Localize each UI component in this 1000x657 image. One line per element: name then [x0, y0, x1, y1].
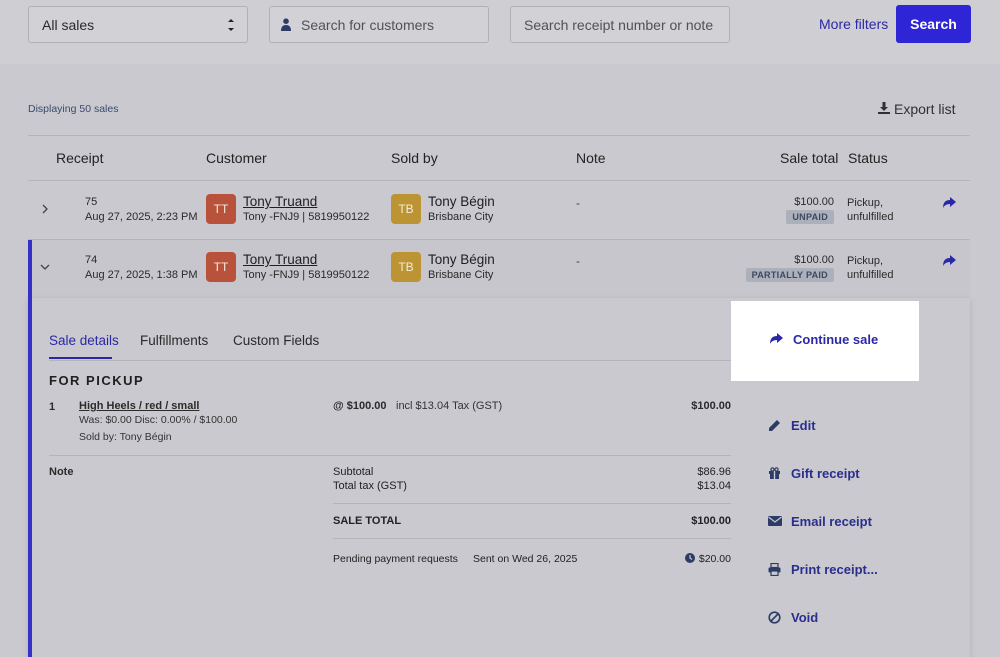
sale-note: - — [576, 196, 580, 210]
expanded-row-indicator — [28, 240, 32, 657]
header-customer: Customer — [206, 150, 267, 166]
active-tab-indicator — [49, 357, 112, 359]
header-note: Note — [576, 150, 606, 166]
more-filters-link[interactable]: More filters — [819, 16, 888, 32]
customer-search-placeholder: Search for customers — [301, 17, 435, 33]
line-item-discount: Was: $0.00 Disc: 0.00% / $100.00 — [79, 414, 238, 426]
customer-details: Tony -FNJ9 | 5819950122 — [243, 211, 370, 223]
continue-sale-icon[interactable] — [942, 255, 956, 267]
payment-status-badge: PARTIALLY PAID — [745, 268, 834, 282]
receipt-search-input[interactable]: Search receipt number or note — [510, 6, 730, 43]
seller-name: Tony Bégin — [428, 252, 495, 267]
sale-status-line: Pickup, — [847, 255, 884, 267]
tax-value: $13.04 — [697, 480, 731, 492]
line-item-total: $100.00 — [691, 400, 731, 412]
seller-avatar: TB — [391, 194, 421, 224]
line-item-name-link[interactable]: High Heels / red / small — [79, 400, 199, 412]
customer-avatar: TT — [206, 194, 236, 224]
sale-status: Pickup, unfulfilled — [847, 254, 893, 282]
seller-avatar: TB — [391, 252, 421, 282]
receipt-date: Aug 27, 2025, 1:38 PM — [85, 269, 198, 281]
tax-label: Total tax (GST) — [333, 480, 407, 492]
seller-outlet: Brisbane City — [428, 269, 494, 281]
receipt-date: Aug 27, 2025, 2:23 PM — [85, 211, 198, 223]
sale-total-value: $100.00 — [691, 515, 731, 527]
void-icon — [768, 611, 781, 624]
note-label: Note — [49, 466, 74, 478]
sale-total-amount: $100.00 — [794, 254, 834, 266]
customer-name-link[interactable]: Tony Truand — [243, 252, 317, 267]
receipt-number: 75 — [85, 196, 98, 208]
sale-total-label: SALE TOTAL — [333, 515, 402, 527]
line-item-quantity: 1 — [49, 401, 56, 413]
pending-payment-amount: $20.00 — [698, 553, 731, 565]
export-list-label: Export list — [894, 101, 956, 117]
pending-payment-label: Pending payment requests — [333, 553, 458, 565]
search-button[interactable]: Search — [896, 5, 971, 43]
print-receipt-label: Print receipt... — [791, 562, 878, 577]
seller-outlet: Brisbane City — [428, 211, 494, 223]
header-sale-total: Sale total — [780, 150, 839, 166]
sales-filter-select[interactable]: All sales — [28, 6, 248, 43]
receipt-number: 74 — [85, 254, 98, 266]
customer-name-link[interactable]: Tony Truand — [243, 194, 317, 209]
header-status: Status — [848, 150, 888, 166]
download-icon — [878, 102, 890, 114]
edit-label: Edit — [791, 418, 816, 433]
select-arrows-icon — [228, 19, 234, 31]
customer-avatar: TT — [206, 252, 236, 282]
line-item-tax: incl $13.04 Tax (GST) — [396, 400, 503, 412]
seller-name: Tony Bégin — [428, 194, 495, 209]
user-icon — [281, 18, 291, 31]
customer-details: Tony -FNJ9 | 5819950122 — [243, 269, 370, 281]
sale-note: - — [576, 254, 580, 268]
divider — [28, 135, 970, 136]
tab-fulfillments[interactable]: Fulfillments — [140, 333, 208, 348]
subtotal-value: $86.96 — [697, 466, 731, 478]
tab-sale-details[interactable]: Sale details — [49, 333, 119, 348]
tab-custom-fields[interactable]: Custom Fields — [233, 333, 319, 348]
email-receipt-label: Email receipt — [791, 514, 872, 529]
table-row[interactable]: 74 Aug 27, 2025, 1:38 PM TT Tony Truand … — [28, 240, 970, 298]
line-item-unit-price: @ $100.00 — [333, 400, 387, 412]
customer-search-input[interactable]: Search for customers — [269, 6, 489, 43]
clock-icon — [685, 553, 695, 563]
chevron-right-icon[interactable] — [40, 204, 50, 214]
forward-arrow-icon — [770, 333, 783, 344]
continue-sale-button[interactable]: Continue sale — [731, 301, 919, 381]
chevron-down-icon[interactable] — [40, 262, 50, 272]
divider — [49, 360, 731, 361]
header-sold-by: Sold by — [391, 150, 438, 166]
void-label: Void — [791, 610, 819, 625]
envelope-icon — [768, 516, 782, 526]
subtotal-label: Subtotal — [333, 466, 374, 478]
sales-filter-value: All sales — [42, 17, 95, 33]
gift-icon — [769, 467, 780, 479]
displaying-count: Displaying 50 sales — [28, 103, 119, 115]
continue-sale-icon[interactable] — [942, 197, 956, 209]
sale-status-line: unfulfilled — [847, 211, 894, 223]
section-title: FOR PICKUP — [49, 373, 145, 388]
pending-payment-sent: Sent on Wed 26, 2025 — [473, 553, 578, 565]
table-row[interactable]: 75 Aug 27, 2025, 2:23 PM TT Tony Truand … — [28, 182, 970, 240]
pencil-icon — [769, 420, 780, 431]
gift-receipt-label: Gift receipt — [791, 466, 860, 481]
header-receipt: Receipt — [56, 150, 104, 166]
receipt-search-placeholder: Search receipt number or note — [524, 17, 714, 33]
sale-status-line: unfulfilled — [847, 269, 894, 281]
divider — [333, 503, 731, 504]
sale-status: Pickup, unfulfilled — [847, 196, 893, 224]
divider — [333, 538, 731, 539]
printer-icon — [768, 563, 781, 576]
filter-bar: All sales Search for customers Search re… — [0, 0, 1000, 64]
divider — [28, 180, 970, 181]
line-item-sold-by: Sold by: Tony Bégin — [79, 431, 172, 443]
sale-total-amount: $100.00 — [794, 196, 834, 208]
payment-status-badge: UNPAID — [786, 210, 834, 224]
continue-sale-label: Continue sale — [793, 332, 879, 347]
divider — [49, 455, 731, 456]
sale-status-line: Pickup, — [847, 197, 884, 209]
